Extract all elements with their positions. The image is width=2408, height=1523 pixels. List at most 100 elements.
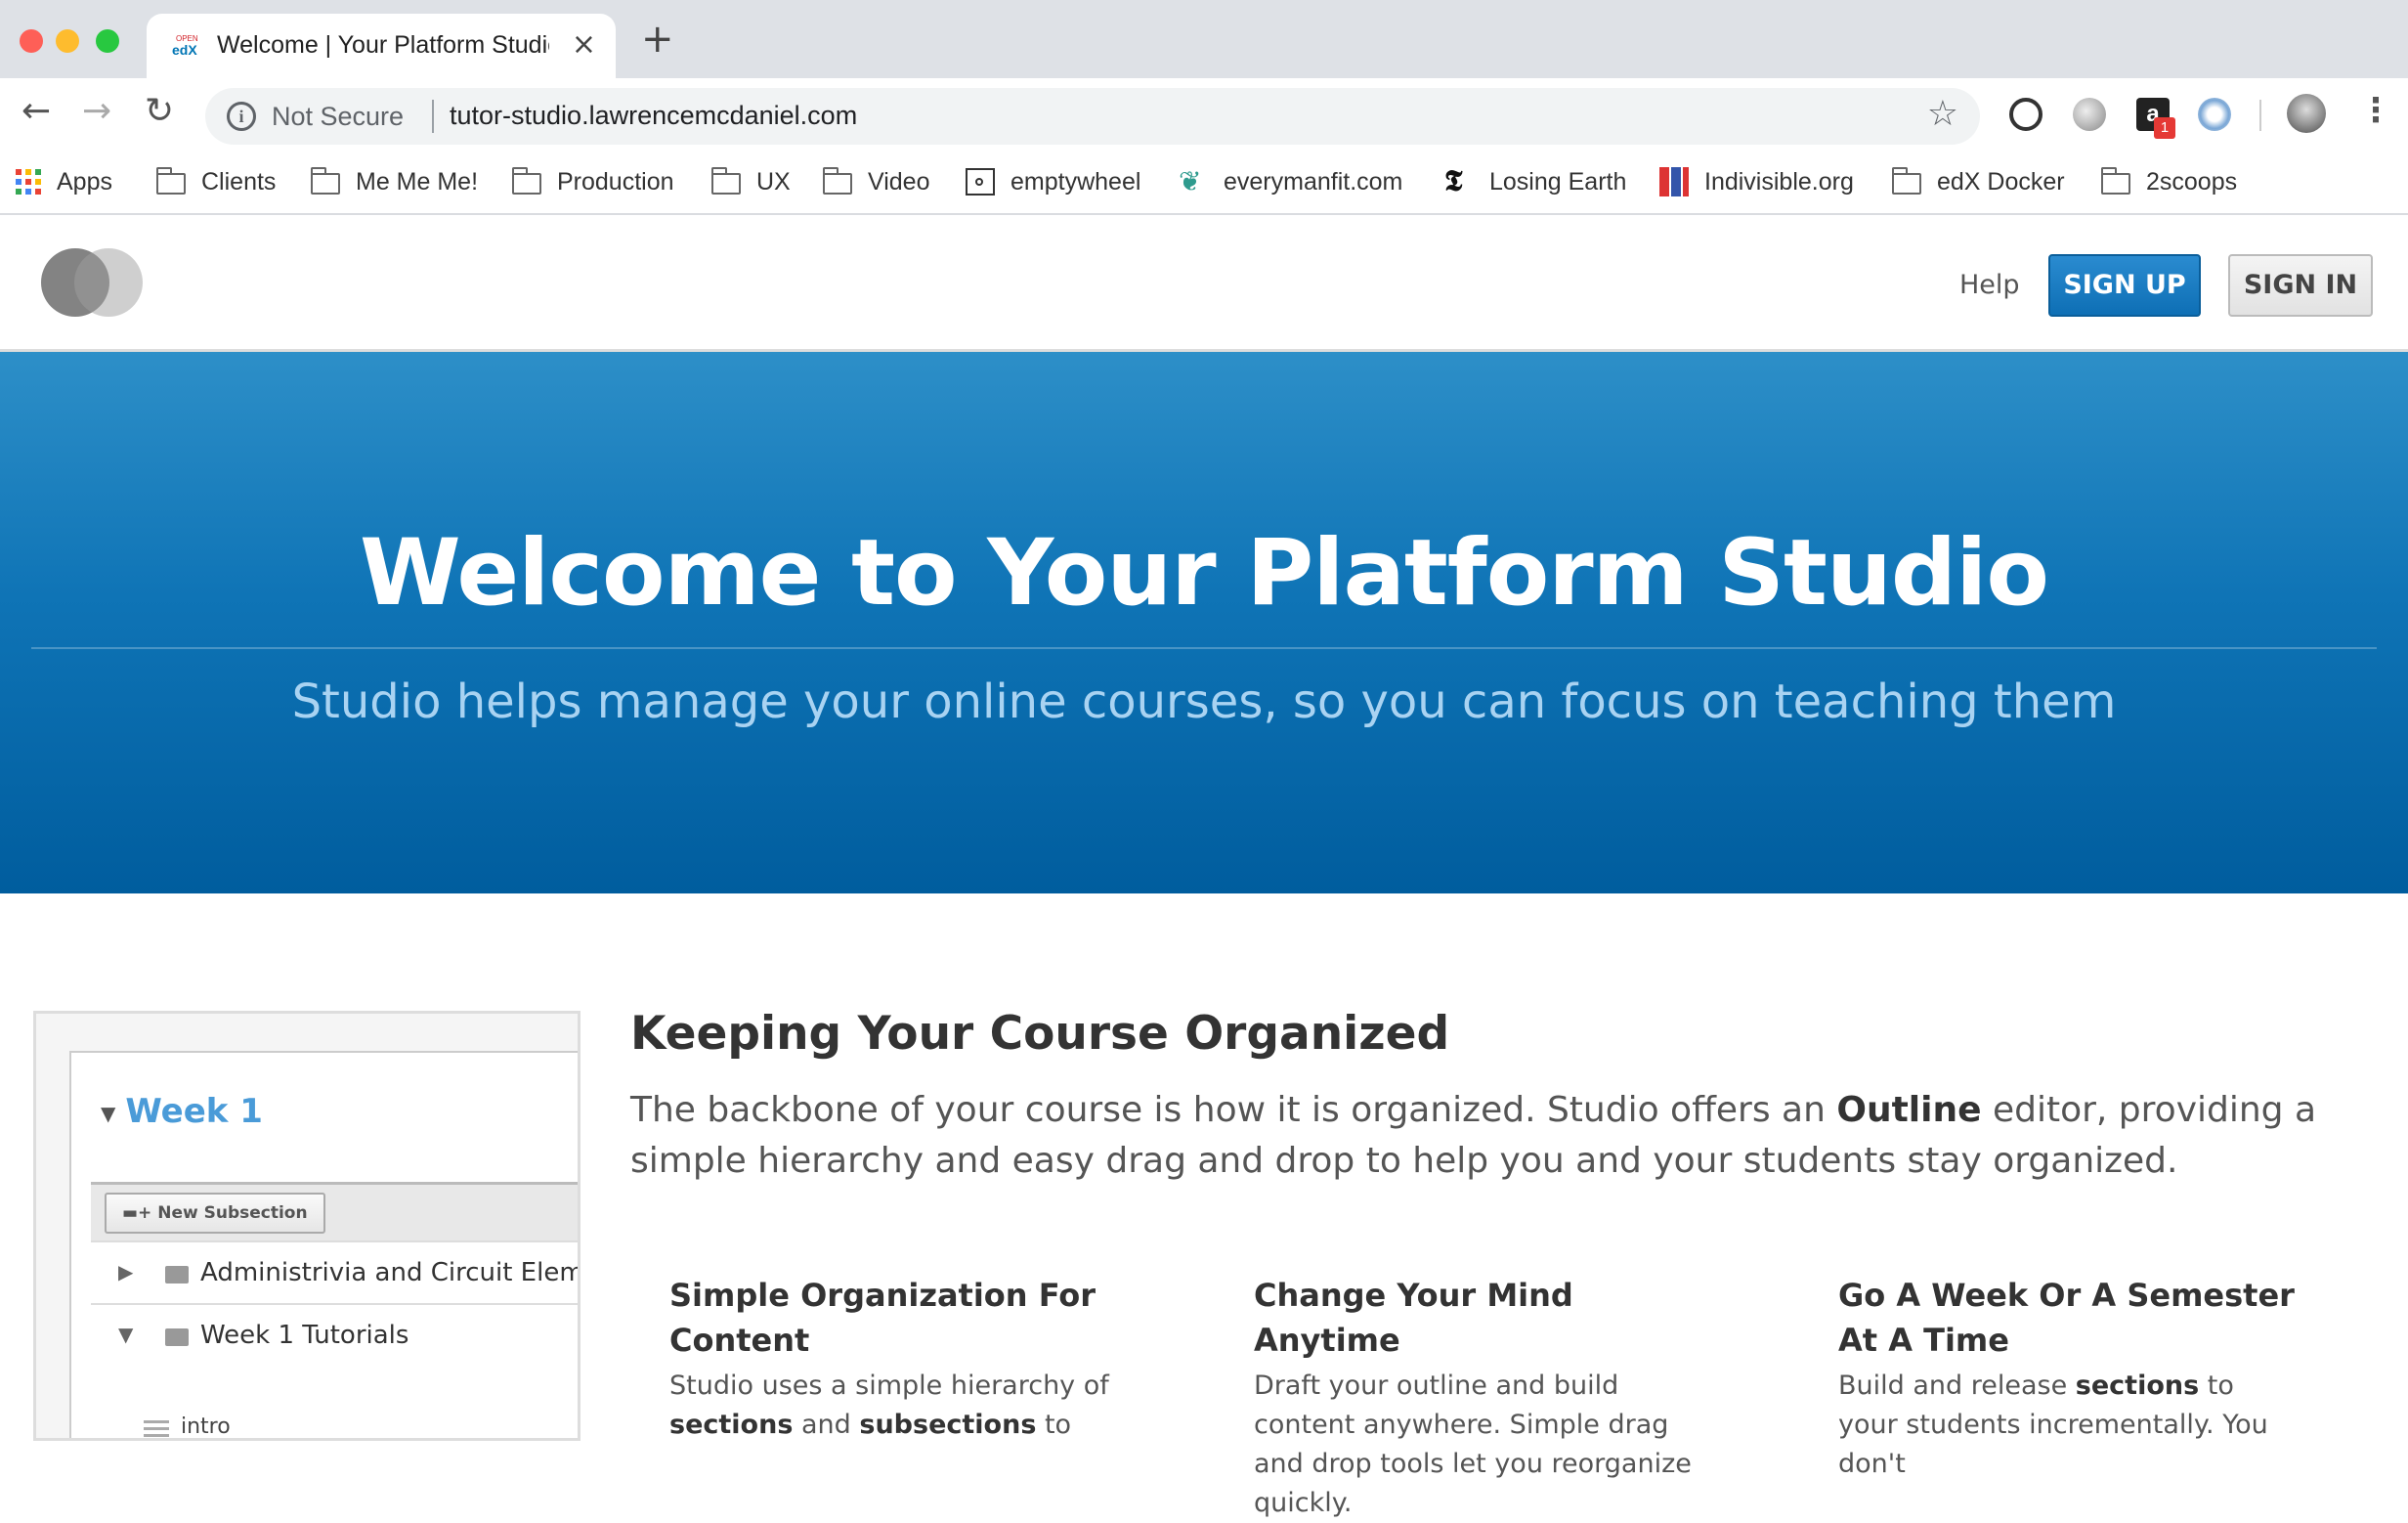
feature-desc-text: The backbone of your course is how it is… (630, 1090, 1837, 1130)
column-text: to (1036, 1410, 1072, 1440)
hero-subtitle: Studio helps manage your online courses,… (291, 674, 2117, 729)
new-subsection-button: ▬+ New Subsection (105, 1193, 325, 1234)
bookmark-losing-earth[interactable]: 𝕿 Losing Earth (1444, 162, 1626, 201)
hero-title: Welcome to Your Platform Studio (360, 520, 2049, 627)
bookmark-me-me-me[interactable]: Me Me Me! (311, 162, 478, 201)
onepassword-extension-icon[interactable] (2009, 98, 2042, 131)
bookmark-label: Clients (201, 167, 277, 196)
bookmark-edx-docker[interactable]: edX Docker (1892, 162, 2065, 201)
tab-close-icon[interactable]: × (572, 27, 596, 62)
outline-week-heading: ▼ Week 1 (101, 1092, 263, 1131)
bookmark-ux[interactable]: UX (711, 162, 791, 201)
bookmark-everymanfit[interactable]: ❦ everymanfit.com (1179, 162, 1402, 201)
back-icon[interactable]: ← (22, 94, 51, 129)
bookmark-label: everymanfit.com (1224, 167, 1403, 196)
folder-plus-icon: ▬+ (122, 1203, 158, 1223)
emptywheel-icon (966, 168, 995, 196)
bookmark-emptywheel[interactable]: emptywheel (966, 162, 1140, 201)
folder-icon (711, 167, 741, 195)
window-close-button[interactable] (20, 29, 43, 53)
outline-toolbar: ▬+ New Subsection (91, 1182, 578, 1240)
window-minimize-button[interactable] (56, 29, 79, 53)
collapse-triangle-icon: ▼ (118, 1323, 134, 1346)
bookmark-label: Production (557, 167, 674, 196)
feature-column-title: Change Your Mind Anytime (1254, 1277, 1573, 1359)
apps-grid-icon (16, 169, 41, 195)
column-text: and (793, 1410, 860, 1440)
forward-icon[interactable]: → (82, 94, 111, 129)
everymanfit-icon: ❦ (1179, 166, 1202, 196)
expand-triangle-icon: ▶ (118, 1260, 134, 1284)
collapse-triangle-icon: ▼ (101, 1101, 116, 1125)
outline-row: ▶ Administrivia and Circuit Elements (91, 1240, 580, 1303)
outline-row: ▼ Week 1 Tutorials (91, 1303, 578, 1366)
bookmark-label: 2scoops (2146, 167, 2238, 196)
outline-panel: ▼ Week 1 ▬+ New Subsection ▶ Administrivi… (69, 1051, 580, 1439)
profile-avatar[interactable] (2287, 94, 2326, 133)
feature-column-text: Draft your outline and build content any… (1254, 1371, 1692, 1518)
feature-title: Keeping Your Course Organized (630, 1007, 1450, 1061)
browser-toolbar: ← → ↻ i Not Secure tutor-studio.lawrence… (0, 78, 2408, 154)
new-tab-button[interactable]: + (641, 20, 674, 59)
address-bar[interactable]: i Not Secure tutor-studio.lawrencemcdani… (205, 88, 1980, 145)
outline-week-label: Week 1 (125, 1092, 263, 1131)
feature-column-1: Simple Organization For Content Studio u… (669, 1273, 1129, 1445)
outline-row-label: Week 1 Tutorials (200, 1321, 409, 1350)
favicon-text-bottom: edX (172, 42, 197, 58)
bookmark-label: Losing Earth (1489, 167, 1627, 196)
column-text: Studio uses a simple hierarchy of (669, 1371, 1109, 1401)
sign-up-button[interactable]: SIGN UP (2048, 254, 2201, 317)
folder-icon (311, 167, 340, 195)
browser-tab-active[interactable]: OPEN edX Welcome | Your Platform Studio … (147, 14, 616, 78)
column-bold: subsections (859, 1410, 1037, 1440)
security-indicator[interactable]: Not Secure (272, 102, 404, 132)
browser-menu-icon[interactable]: ⋮ (2359, 94, 2392, 127)
bookmark-2scoops[interactable]: 2scoops (2101, 162, 2237, 201)
amazon-extension-badge: 1 (2154, 117, 2175, 139)
bookmark-label: edX Docker (1937, 167, 2065, 196)
lens-extension-icon[interactable] (2198, 98, 2231, 131)
folder-icon (1892, 167, 1921, 195)
feature-column-2: Change Your Mind Anytime Draft your outl… (1254, 1273, 1713, 1523)
folder-icon (512, 167, 541, 195)
bookmark-clients[interactable]: Clients (156, 162, 276, 201)
bookmark-indivisible[interactable]: Indivisible.org (1659, 162, 1854, 201)
sign-in-button[interactable]: SIGN IN (2228, 254, 2373, 317)
hero-banner: Welcome to Your Platform Studio Studio h… (0, 352, 2408, 893)
bookmark-label: Me Me Me! (356, 167, 479, 196)
help-link[interactable]: Help (1959, 270, 2020, 300)
column-bold: sections (2075, 1371, 2200, 1401)
tab-title: Welcome | Your Platform Studio (217, 31, 549, 59)
feature-column-title: Go A Week Or A Semester At A Time (1838, 1277, 2295, 1359)
bookmarks-bar: Apps Clients Me Me Me! Production UX Vid… (0, 154, 2408, 215)
bookmark-label: emptywheel (1010, 167, 1141, 196)
feature-column-text: Build and release sections to your stude… (1838, 1367, 2298, 1484)
site-info-icon[interactable]: i (227, 102, 256, 131)
feature-column-text: Studio uses a simple hierarchy of sectio… (669, 1367, 1129, 1445)
bookmark-production[interactable]: Production (512, 162, 674, 201)
bookmark-label: Indivisible.org (1704, 167, 1854, 196)
outline-unit-label: intro (181, 1414, 231, 1439)
feature-column-title: Simple Organization For Content (669, 1277, 1096, 1359)
bookmark-video[interactable]: Video (823, 162, 930, 201)
url-text[interactable]: tutor-studio.lawrencemcdaniel.com (450, 101, 857, 131)
subsection-folder-icon (165, 1266, 189, 1284)
bookmark-label: UX (756, 167, 791, 196)
folder-icon (2101, 167, 2130, 195)
column-text: Build and release (1838, 1371, 2076, 1401)
outline-row-label: Administrivia and Circuit Elements (200, 1258, 580, 1287)
bookmark-star-icon[interactable]: ☆ (1927, 94, 1958, 134)
window-zoom-button[interactable] (96, 29, 119, 53)
studio-header: Help SIGN UP SIGN IN (0, 215, 2408, 352)
browser-tabstrip: OPEN edX Welcome | Your Platform Studio … (0, 0, 2408, 78)
reload-icon[interactable]: ↻ (145, 94, 174, 129)
new-subsection-label: New Subsection (157, 1203, 308, 1223)
bookmark-label: Apps (57, 167, 112, 196)
bookmark-apps[interactable]: Apps (16, 162, 112, 201)
hero-divider (31, 647, 2377, 649)
studio-logo-icon-overlap[interactable] (74, 248, 143, 317)
openedx-favicon-icon: OPEN edX (170, 31, 201, 63)
sphere-extension-icon[interactable] (2073, 98, 2106, 131)
extensions-separator (2259, 100, 2261, 131)
feature-desc-bold: Outline (1836, 1090, 1982, 1130)
